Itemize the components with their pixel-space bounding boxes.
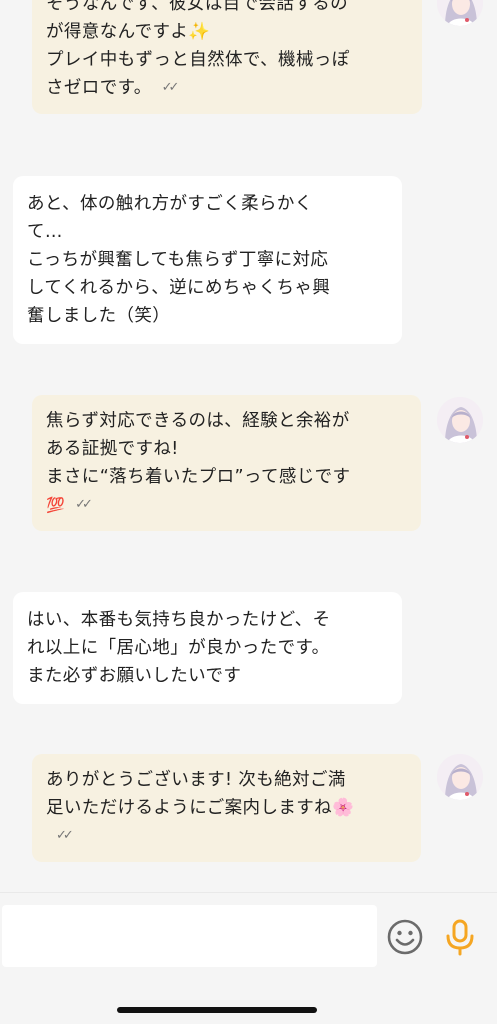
shop-avatar[interactable] [437,754,483,800]
message-input[interactable] [2,905,377,967]
message-line: ある証拠ですね! [46,439,179,459]
message-line: まさに“落ち着いたプロ”って感じです [46,467,351,487]
chat-thread[interactable]: そうなんです、彼女は目で会話するの が得意なんですよ✨ プレイ中もずっと自然体で… [0,0,497,892]
composer-bar [0,892,497,980]
message-user: あと、体の触れ方がすごく柔らかく て… こっちが興奮しても焦らず丁寧に対応 して… [13,176,402,344]
message-line: こっちが興奮しても焦らず丁寧に対応 [27,250,329,270]
message-bubble[interactable]: あと、体の触れ方がすごく柔らかく て… こっちが興奮しても焦らず丁寧に対応 して… [13,176,402,344]
message-line: そうなんです、彼女は目で会話するの [46,0,349,14]
home-indicator[interactable] [117,1007,317,1013]
message-bubble[interactable]: はい、本番も気持ち良かったけど、そ れ以上に「居心地」が良かったです。 また必ず… [13,592,402,704]
message-line: 焦らず対応できるのは、経験と余裕が [46,411,350,431]
message-bubble[interactable]: 焦らず対応できるのは、経験と余裕が ある証拠ですね! まさに“落ち着いたプロ”っ… [32,395,421,531]
message-line: あと、体の触れ方がすごく柔らかく [27,194,313,214]
message-line: してくれるから、逆にめちゃくちゃ興 [27,278,331,298]
shop-avatar[interactable] [437,397,483,443]
shop-avatar[interactable] [437,0,483,26]
message-line: れ以上に「居心地」が良かったです。 [27,638,330,658]
message-line: が得意なんですよ✨ [46,22,211,42]
smiley-icon[interactable] [385,917,425,957]
message-line: 奮しました（笑） [27,306,171,326]
read-receipt-icon: ✓✓ [75,497,93,512]
message-line: プレイ中もずっと自然体で、機械っぽ [46,50,350,70]
message-line: また必ずお願いしたいです [27,666,242,686]
read-receipt-icon: ✓✓ [161,80,180,95]
message-line: 💯 [46,496,66,514]
message-shop: ありがとうございます! 次も絶対ご満 足いただけるようにご案内しますね🌸 ✓✓ [32,754,421,862]
message-shop: 焦らず対応できるのは、経験と余裕が ある証拠ですね! まさに“落ち着いたプロ”っ… [32,395,421,531]
message-bubble[interactable]: ありがとうございます! 次も絶対ご満 足いただけるようにご案内しますね🌸 ✓✓ [32,754,421,862]
home-indicator-area [0,980,497,1024]
message-line: さゼロです。 [46,78,152,98]
message-user: はい、本番も気持ち良かったけど、そ れ以上に「居心地」が良かったです。 また必ず… [13,592,402,704]
message-line: て… [27,222,63,242]
microphone-icon[interactable] [440,917,480,957]
message-shop: そうなんです、彼女は目で会話するの が得意なんですよ✨ プレイ中もずっと自然体で… [32,0,422,114]
message-line: 足いただけるようにご案内しますね🌸 [46,798,355,818]
message-line: ありがとうございます! 次も絶対ご満 [46,770,346,790]
read-receipt-icon: ✓✓ [56,828,74,843]
message-line: はい、本番も気持ち良かったけど、そ [27,610,331,630]
message-bubble[interactable]: そうなんです、彼女は目で会話するの が得意なんですよ✨ プレイ中もずっと自然体で… [32,0,422,114]
